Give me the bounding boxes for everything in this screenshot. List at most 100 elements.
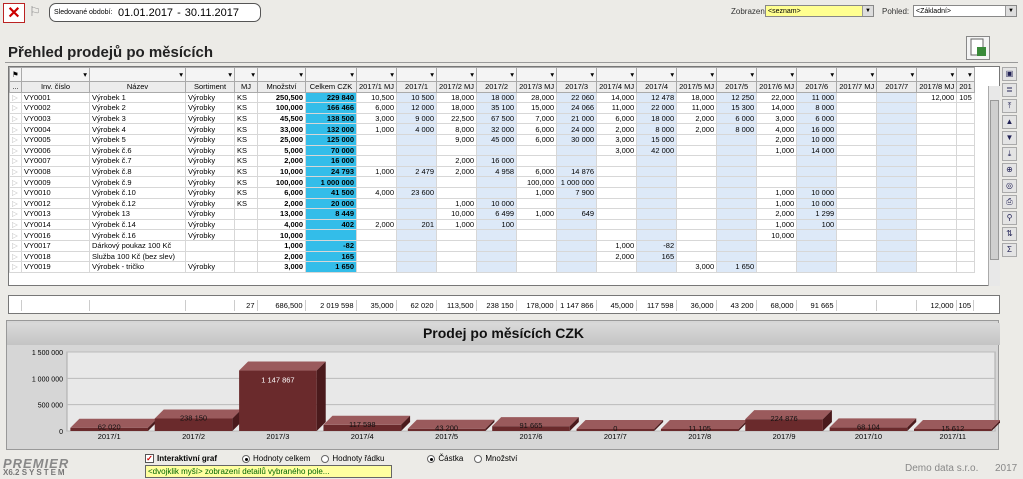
first-icon[interactable]: ⤒ — [1002, 99, 1017, 113]
table-cell[interactable] — [916, 250, 958, 263]
table-cell[interactable] — [916, 155, 958, 167]
table-cell[interactable] — [956, 176, 975, 188]
table-cell[interactable]: 10,000 — [756, 229, 798, 241]
table-cell[interactable]: 28,000 — [516, 91, 558, 104]
table-cell[interactable]: 132 000 — [305, 123, 357, 135]
table-cell[interactable] — [756, 176, 798, 188]
table-cell[interactable] — [476, 176, 518, 188]
table-cell[interactable]: 6,000 — [355, 102, 398, 114]
table-cell[interactable]: 4,000 — [257, 218, 306, 231]
table-cell[interactable]: 4,000 — [355, 186, 398, 199]
table-cell[interactable] — [556, 239, 598, 252]
table-cell[interactable]: KS — [234, 197, 258, 210]
table-cell[interactable] — [396, 229, 438, 241]
table-cell[interactable] — [956, 208, 975, 220]
filter-cell[interactable]: ▾ — [556, 67, 598, 82]
table-cell[interactable] — [676, 208, 718, 220]
table-cell[interactable]: 25,000 — [257, 133, 306, 146]
table-cell[interactable] — [916, 197, 958, 210]
table-cell[interactable]: KS — [234, 123, 258, 135]
table-row[interactable]: ▷ VY0006 Výrobek č.6 Výrobky KS 5,000 70 000 3,… — [9, 144, 975, 157]
table-cell[interactable]: 22 000 — [636, 102, 678, 114]
table-cell[interactable]: 6,000 — [516, 123, 558, 135]
column-header[interactable]: Sortiment — [185, 81, 235, 93]
column-header[interactable]: 2017/2 MJ — [436, 81, 478, 93]
table-cell[interactable]: VY0018 — [21, 250, 90, 263]
table-cell[interactable] — [916, 208, 958, 220]
table-cell[interactable] — [556, 218, 598, 231]
table-row[interactable]: ▷ VY0018 Služba 100 Kč (bez slev) 2,000 165 2… — [9, 250, 975, 263]
table-cell[interactable]: 8 000 — [796, 102, 838, 114]
table-cell[interactable]: KS — [234, 144, 258, 157]
filter-row[interactable]: ⚑ ▾ ▾ ▾ ▾ ▾ ▾ ▾ ▾ ▾ ▾ ▾ ▾ ▾ ▾ ▾ ▾ ▾ ▾ ▾ ▾ ▾ ▾ — [9, 67, 975, 82]
table-cell[interactable]: 9 000 — [396, 112, 438, 125]
table-cell[interactable] — [396, 176, 438, 188]
table-cell[interactable] — [636, 186, 678, 199]
table-cell[interactable] — [716, 250, 758, 263]
table-cell[interactable] — [836, 155, 878, 167]
table-cell[interactable]: 18,000 — [436, 91, 478, 104]
table-cell[interactable]: 32 000 — [476, 123, 518, 135]
table-cell[interactable]: 6 499 — [476, 208, 518, 220]
table-cell[interactable] — [305, 229, 357, 241]
table-cell[interactable]: Výrobek č.10 — [89, 186, 186, 199]
table-cell[interactable]: 10,000 — [257, 165, 306, 178]
filter-cell[interactable]: ▾ — [796, 67, 838, 82]
table-cell[interactable]: 35 100 — [476, 102, 518, 114]
table-cell[interactable]: VY0014 — [21, 218, 90, 231]
look-select[interactable]: <Základní> ▼ — [913, 5, 1017, 17]
table-cell[interactable] — [516, 229, 558, 241]
table-cell[interactable]: 2,000 — [436, 165, 478, 178]
table-cell[interactable] — [876, 133, 918, 146]
vertical-scrollbar[interactable] — [988, 86, 1000, 286]
table-cell[interactable]: 2,000 — [676, 112, 718, 125]
table-row[interactable]: ▷ VY0010 Výrobek č.10 Výrobky KS 6,000 41 500 4… — [9, 186, 975, 199]
table-cell[interactable] — [516, 261, 558, 273]
table-cell[interactable] — [836, 102, 878, 114]
table-cell[interactable] — [676, 218, 718, 231]
table-cell[interactable] — [716, 155, 758, 167]
table-cell[interactable] — [516, 218, 558, 231]
table-cell[interactable]: 7,000 — [516, 112, 558, 125]
table-cell[interactable] — [636, 176, 678, 188]
table-cell[interactable]: VY0001 — [21, 91, 90, 104]
table-cell[interactable]: -82 — [305, 239, 357, 252]
column-header[interactable]: 2017/5 — [716, 81, 758, 93]
table-cell[interactable]: 8 000 — [716, 123, 758, 135]
table-cell[interactable]: Výrobky — [185, 155, 235, 167]
table-row[interactable]: ▷ VY0005 Výrobek 5 Výrobky KS 25,000 125 000 9,… — [9, 133, 975, 146]
table-cell[interactable] — [956, 123, 975, 135]
radio-row[interactable]: Hodnoty řádku — [321, 454, 384, 463]
row-selector[interactable]: ▷ — [9, 144, 22, 157]
table-cell[interactable] — [836, 208, 878, 220]
table-cell[interactable]: Výrobky — [185, 197, 235, 210]
table-cell[interactable] — [556, 144, 598, 157]
table-cell[interactable] — [756, 250, 798, 263]
table-cell[interactable] — [796, 261, 838, 273]
table-row[interactable]: ▷ VY0019 Výrobek - tričko Výrobky 3,000 1 650… — [9, 261, 975, 273]
bar-chart[interactable]: 0 500 000 1 000 000 1 500 000 62 0202017/1 23… — [7, 345, 1000, 451]
table-cell[interactable]: 4 958 — [476, 165, 518, 178]
table-cell[interactable]: 14 876 — [556, 165, 598, 178]
table-cell[interactable]: 2,000 — [676, 123, 718, 135]
table-cell[interactable]: 1,000 — [355, 123, 398, 135]
radio-dot[interactable] — [242, 454, 251, 463]
table-cell[interactable] — [396, 133, 438, 146]
table-cell[interactable]: VY0002 — [21, 102, 90, 114]
table-cell[interactable] — [716, 186, 758, 199]
table-cell[interactable]: 2,000 — [756, 208, 798, 220]
table-cell[interactable] — [796, 155, 838, 167]
row-selector[interactable]: ▷ — [9, 102, 22, 114]
table-cell[interactable] — [876, 261, 918, 273]
sort-icon[interactable]: ⇅ — [1002, 227, 1017, 241]
table-cell[interactable]: 1 299 — [796, 208, 838, 220]
sum-icon[interactable]: Σ — [1002, 243, 1017, 257]
table-cell[interactable]: 1,000 — [436, 218, 478, 231]
table-cell[interactable] — [876, 250, 918, 263]
table-cell[interactable] — [876, 229, 918, 241]
table-row[interactable]: ▷ VY0007 Výrobek č.7 Výrobky KS 2,000 16 000 2,… — [9, 155, 975, 167]
table-cell[interactable] — [956, 165, 975, 178]
table-cell[interactable]: 100,000 — [257, 176, 306, 188]
table-cell[interactable]: 23 600 — [396, 186, 438, 199]
table-cell[interactable]: KS — [234, 176, 258, 188]
